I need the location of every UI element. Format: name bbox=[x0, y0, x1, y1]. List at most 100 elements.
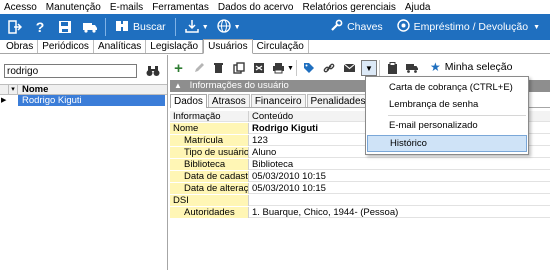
toolbar-right: Chaves Empréstimo / Devolução ▼ bbox=[326, 14, 550, 40]
globe-icon bbox=[216, 18, 231, 36]
menu-item-email-personalizado[interactable]: E-mail personalizado bbox=[367, 117, 527, 134]
menu-relatorios[interactable]: Relatórios gerenciais bbox=[302, 2, 395, 13]
info-section-title: Informações do usuário bbox=[189, 80, 289, 91]
tab-legislacao[interactable]: Legislação bbox=[146, 40, 204, 53]
tab-usuarios[interactable]: Usuários bbox=[203, 39, 253, 54]
menu-item-lembranca-senha[interactable]: Lembrança de senha bbox=[367, 96, 527, 113]
star-icon: ★ bbox=[430, 60, 441, 74]
globe-button[interactable]: ▼ bbox=[213, 16, 245, 38]
field-value: 05/03/2010 10:15 bbox=[252, 171, 326, 182]
field-label: Biblioteca bbox=[170, 159, 249, 170]
row-pointer-icon: ▶ bbox=[1, 97, 7, 104]
field-label: DSI bbox=[170, 195, 249, 206]
left-panel: ▾ Nome ▶ Rodrigo Kiguti bbox=[0, 55, 168, 270]
field-label: Nome bbox=[170, 123, 249, 134]
menu-item-carta-cobranca[interactable]: Carta de cobrança (CTRL+E) bbox=[367, 79, 527, 96]
field-value: 123 bbox=[252, 135, 268, 146]
menu-dados-acervo[interactable]: Dados do acervo bbox=[218, 2, 294, 13]
buscar-icon bbox=[115, 19, 129, 36]
chevron-down-icon[interactable]: ▾ bbox=[9, 85, 18, 95]
table-row[interactable]: Biblioteca Biblioteca bbox=[170, 159, 550, 170]
menu-ferramentas[interactable]: Ferramentas bbox=[152, 2, 209, 13]
tag-icon[interactable] bbox=[302, 60, 317, 76]
field-label: Matrícula bbox=[170, 135, 249, 146]
download-button[interactable]: ▼ bbox=[181, 16, 213, 38]
field-value: Biblioteca bbox=[252, 159, 294, 170]
menu-manutencao[interactable]: Manutenção bbox=[46, 2, 101, 13]
minha-selecao-label: Minha seleção bbox=[444, 61, 513, 73]
toolbar-separator bbox=[295, 60, 297, 76]
email-icon[interactable] bbox=[342, 60, 357, 76]
tab-obras[interactable]: Obras bbox=[2, 40, 39, 53]
buscar-button[interactable]: Buscar bbox=[111, 16, 170, 38]
field-value: 1. Buarque, Chico, 1944- (Pessoa) bbox=[252, 207, 399, 218]
table-row[interactable]: DSI bbox=[170, 195, 550, 206]
logout-icon[interactable] bbox=[5, 17, 25, 37]
truck-icon[interactable] bbox=[405, 60, 420, 76]
field-label: Data de cadastro bbox=[170, 171, 249, 182]
subtab-atrasos[interactable]: Atrasos bbox=[207, 94, 250, 107]
menu-acesso[interactable]: Acesso bbox=[4, 2, 37, 13]
email-dropdown-button[interactable]: ▼ bbox=[360, 60, 377, 76]
loan-icon bbox=[396, 19, 410, 35]
chevron-down-icon: ▼ bbox=[533, 23, 540, 31]
table-row[interactable]: Autoridades 1. Buarque, Chico, 1944- (Pe… bbox=[170, 207, 550, 218]
buscar-label: Buscar bbox=[133, 21, 166, 33]
menu-item-historico[interactable]: Histórico bbox=[367, 135, 527, 152]
field-label: Autoridades bbox=[170, 207, 249, 218]
wrench-icon bbox=[330, 19, 343, 35]
copy-icon[interactable] bbox=[231, 60, 246, 76]
main-toolbar: ? Buscar ▼ ▼ Chaves Empréstimo / Devoluç… bbox=[0, 14, 550, 40]
table-row[interactable]: ▶ Rodrigo Kiguti bbox=[0, 95, 167, 106]
chevron-down-icon: ▼ bbox=[364, 63, 373, 73]
email-dropdown-menu: Carta de cobrança (CTRL+E) Lembrança de … bbox=[365, 76, 529, 155]
menu-bar: Acesso Manutenção E-mails Ferramentas Da… bbox=[0, 0, 550, 14]
help-icon[interactable]: ? bbox=[30, 17, 50, 37]
module-tabs: Obras Periódicos Analíticas Legislação U… bbox=[0, 39, 550, 54]
table-row[interactable]: Data de cadastro 05/03/2010 10:15 bbox=[170, 171, 550, 182]
chevron-down-icon: ▼ bbox=[201, 23, 209, 31]
field-value: 05/03/2010 10:15 bbox=[252, 183, 326, 194]
download-icon bbox=[184, 19, 199, 36]
field-value: Rodrigo Kiguti bbox=[252, 123, 318, 134]
field-label: Tipo de usuário bbox=[170, 147, 249, 158]
tab-periodicos[interactable]: Periódicos bbox=[38, 40, 94, 53]
print-icon[interactable] bbox=[271, 60, 286, 76]
subtab-financeiro[interactable]: Financeiro bbox=[250, 94, 306, 107]
results-grid-header: ▾ Nome bbox=[0, 84, 167, 95]
subtab-dados[interactable]: Dados bbox=[170, 94, 207, 108]
chevron-down-icon[interactable]: ▼ bbox=[287, 65, 294, 72]
row-indicator-header bbox=[0, 85, 9, 95]
menu-separator bbox=[388, 115, 526, 116]
minha-selecao-button[interactable]: ★ Minha seleção bbox=[430, 60, 512, 74]
delete-icon[interactable] bbox=[211, 60, 226, 76]
menu-emails[interactable]: E-mails bbox=[110, 2, 143, 13]
toolbar-separator bbox=[378, 60, 380, 76]
export-icon[interactable] bbox=[251, 60, 266, 76]
truck-icon[interactable] bbox=[80, 17, 100, 37]
result-name-cell[interactable]: Rodrigo Kiguti bbox=[18, 95, 165, 106]
binoculars-icon[interactable] bbox=[145, 63, 161, 79]
link-icon[interactable] bbox=[322, 60, 337, 76]
chevron-down-icon: ▼ bbox=[233, 23, 241, 31]
edit-icon[interactable] bbox=[191, 60, 206, 76]
column-header-conteudo: Conteúdo bbox=[252, 111, 294, 122]
column-header-informacao: Informação bbox=[170, 111, 249, 122]
toolbar-separator bbox=[174, 18, 176, 36]
emprestimo-button[interactable]: Empréstimo / Devolução ▼ bbox=[393, 16, 544, 38]
add-icon[interactable]: + bbox=[171, 60, 186, 77]
menu-ajuda[interactable]: Ajuda bbox=[405, 2, 431, 13]
tab-circulacao[interactable]: Circulação bbox=[253, 40, 309, 53]
chevron-up-icon[interactable]: ▲ bbox=[174, 81, 182, 90]
tab-analiticas[interactable]: Analíticas bbox=[94, 40, 147, 53]
field-label: Data de alteração bbox=[170, 183, 249, 194]
emprestimo-label: Empréstimo / Devolução bbox=[413, 21, 529, 33]
toolbar-separator bbox=[105, 18, 106, 36]
column-header-nome[interactable]: Nome bbox=[22, 85, 48, 95]
field-value: Aluno bbox=[252, 147, 277, 158]
save-icon[interactable] bbox=[55, 17, 75, 37]
chaves-button[interactable]: Chaves bbox=[326, 16, 387, 38]
table-row[interactable]: Data de alteração 05/03/2010 10:15 bbox=[170, 183, 550, 194]
search-input[interactable] bbox=[4, 64, 137, 78]
clipboard-icon[interactable] bbox=[385, 60, 400, 76]
